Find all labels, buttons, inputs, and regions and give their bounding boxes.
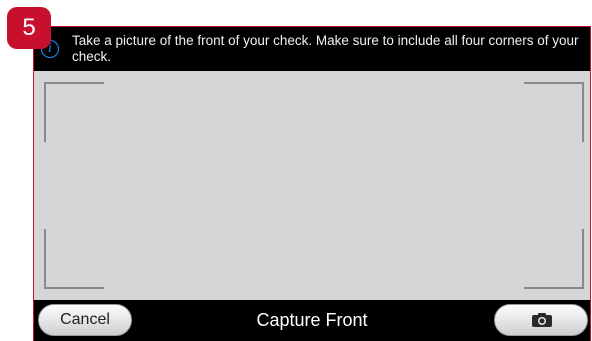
corner-guide-top-left	[44, 82, 104, 142]
cancel-button[interactable]: Cancel	[38, 304, 132, 336]
check-capture-screen: i Take a picture of the front of your ch…	[34, 27, 590, 341]
capture-photo-button[interactable]	[494, 304, 588, 336]
corner-guide-bottom-left	[44, 229, 104, 289]
corner-guide-top-right	[524, 82, 584, 142]
capture-toolbar: Cancel Capture Front	[34, 300, 590, 341]
capture-title: Capture Front	[256, 310, 368, 330]
camera-viewfinder[interactable]	[34, 71, 590, 300]
step-number-badge: 5	[7, 7, 51, 49]
camera-icon	[532, 313, 552, 327]
instruction-text: Take a picture of the front of your chec…	[72, 33, 579, 64]
instruction-bar: i Take a picture of the front of your ch…	[34, 27, 590, 71]
corner-guide-bottom-right	[524, 229, 584, 289]
